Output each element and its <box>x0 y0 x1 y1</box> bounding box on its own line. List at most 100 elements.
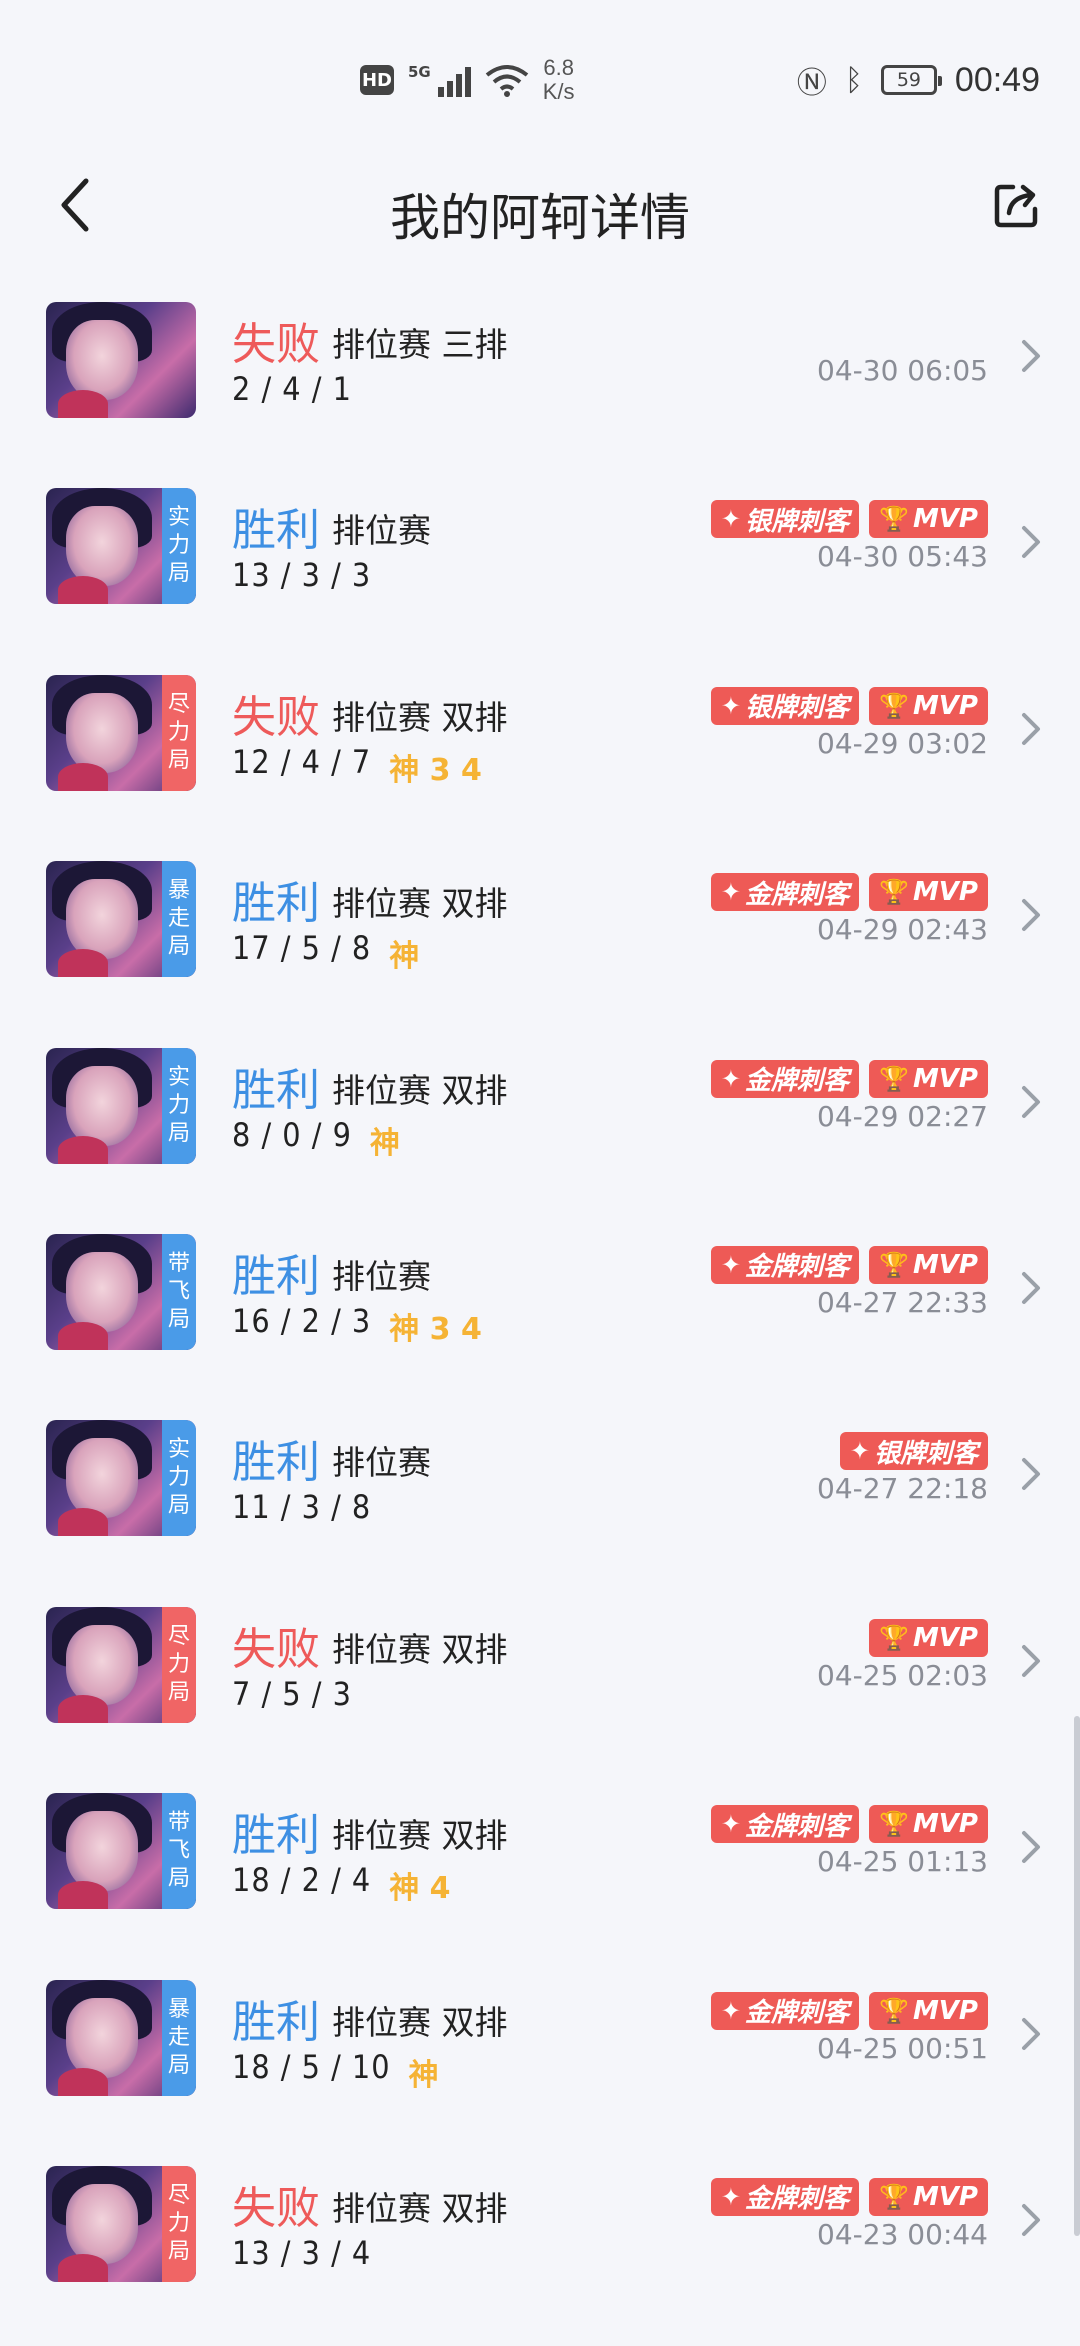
trophy-icon: 🏆 <box>879 2182 909 2211</box>
trophy-icon: 🏆 <box>879 1064 909 1093</box>
match-tag: 实力局 <box>162 1420 196 1537</box>
hero-avatar: 暴走局 <box>46 1979 196 2096</box>
mvp-badge: 🏆 MVP <box>869 1059 988 1098</box>
chevron-right-icon <box>1022 340 1040 372</box>
match-row[interactable]: 带飞局 胜利 排位赛 双排 18 / 2 / 4 神 4 ✦ 金牌刺客 🏆 MVP 0… <box>0 1787 1080 1973</box>
status-bar: HD 5G 6.8 K/s Ⓝ ᛒ 59 00:49 <box>0 0 1080 150</box>
badge-group: ✦ 金牌刺客 🏆 MVP <box>710 1991 988 2030</box>
match-mode: 排位赛 双排 <box>332 1816 508 1856</box>
match-kda: 13 / 3 / 3 <box>232 556 372 595</box>
dagger-icon: ✦ <box>720 505 742 534</box>
match-mode: 排位赛 双排 <box>332 1629 508 1669</box>
mvp-badge: 🏆 MVP <box>869 1991 988 2030</box>
chevron-right-icon <box>1022 526 1040 559</box>
match-kda: 12 / 4 / 7 <box>232 742 372 781</box>
battery-icon: 59 <box>880 65 942 95</box>
hd-icon: HD <box>360 65 394 95</box>
match-time: 04-29 03:02 <box>817 726 988 760</box>
match-mode: 排位赛 <box>332 511 431 551</box>
match-row[interactable]: 实力局 胜利 排位赛 11 / 3 / 8 ✦ 银牌刺客 04-27 22:18 <box>0 1414 1080 1600</box>
mvp-badge: 🏆 MVP <box>869 1805 988 1844</box>
match-time: 04-29 02:43 <box>817 913 988 947</box>
dagger-icon: ✦ <box>720 1810 742 1839</box>
chevron-right-icon <box>1022 1271 1040 1304</box>
header: 我的阿轲详情 <box>0 150 1080 270</box>
mvp-badge: 🏆 MVP <box>869 686 988 725</box>
match-time: 04-30 05:43 <box>817 540 988 574</box>
match-mode: 排位赛 双排 <box>332 2002 508 2042</box>
mvp-badge: 🏆 MVP <box>869 1618 988 1657</box>
share-button[interactable] <box>982 170 1052 240</box>
match-row[interactable]: 失败 排位赛 三排 2 / 4 / 1 04-30 06:05 <box>0 296 1080 482</box>
chevron-right-icon <box>1022 1458 1040 1491</box>
badge-group: ✦ 金牌刺客 🏆 MVP <box>710 2177 988 2216</box>
trophy-icon: 🏆 <box>879 691 909 720</box>
match-result: 胜利 <box>232 1996 320 2048</box>
match-tag: 尽力局 <box>162 674 196 791</box>
badge-group: 🏆 MVP <box>869 1618 988 1657</box>
badge-group: ✦ 金牌刺客 🏆 MVP <box>710 1805 988 1844</box>
match-result: 失败 <box>232 691 320 743</box>
match-row[interactable]: 实力局 胜利 排位赛 13 / 3 / 3 ✦ 银牌刺客 🏆 MVP 04-30 05… <box>0 482 1080 668</box>
match-row[interactable]: 尽力局 失败 排位赛 双排 13 / 3 / 4 ✦ 金牌刺客 🏆 MVP 04-23… <box>0 2160 1080 2346</box>
assassin-rank-badge: ✦ 银牌刺客 <box>710 500 860 539</box>
badge-group: ✦ 金牌刺客 🏆 MVP <box>710 1059 988 1098</box>
match-kda: 18 / 2 / 4 <box>232 1861 372 1900</box>
hero-avatar: 实力局 <box>46 488 196 605</box>
match-kda: 2 / 4 / 1 <box>232 370 352 408</box>
badge-group: ✦ 金牌刺客 🏆 MVP <box>710 873 988 912</box>
match-row[interactable]: 暴走局 胜利 排位赛 双排 17 / 5 / 8 神 ✦ 金牌刺客 🏆 MVP 04-… <box>0 855 1080 1041</box>
trophy-icon: 🏆 <box>879 505 909 534</box>
match-tag: 带飞局 <box>162 1233 196 1350</box>
match-tag: 带飞局 <box>162 1793 196 1910</box>
dagger-icon: ✦ <box>720 1064 742 1093</box>
match-row[interactable]: 实力局 胜利 排位赛 双排 8 / 0 / 9 神 ✦ 金牌刺客 🏆 MVP 04-2… <box>0 1042 1080 1228</box>
trophy-icon: 🏆 <box>879 1996 909 2025</box>
dagger-icon: ✦ <box>720 2182 742 2211</box>
match-kda: 7 / 5 / 3 <box>232 1674 352 1713</box>
match-mode: 排位赛 双排 <box>332 884 508 924</box>
scrollbar[interactable] <box>1074 1716 1080 2236</box>
assassin-rank-badge: ✦ 金牌刺客 <box>710 873 860 912</box>
cell-signal-icon: 5G <box>408 63 471 97</box>
status-left: HD 5G 6.8 K/s <box>360 52 575 108</box>
assassin-rank-badge: ✦ 金牌刺客 <box>710 1245 860 1284</box>
hero-avatar: 尽力局 <box>46 674 196 791</box>
match-row[interactable]: 尽力局 失败 排位赛 双排 12 / 4 / 7 神 3 4 ✦ 银牌刺客 🏆 MVP… <box>0 669 1080 855</box>
assassin-rank-badge: ✦ 银牌刺客 <box>710 686 860 725</box>
dagger-icon: ✦ <box>720 1996 742 2025</box>
wifi-icon <box>485 65 528 97</box>
match-tag: 尽力局 <box>162 1606 196 1723</box>
match-result: 胜利 <box>232 1064 320 1116</box>
match-mode: 排位赛 双排 <box>332 697 508 737</box>
match-list: 失败 排位赛 三排 2 / 4 / 1 04-30 06:05 实力局 胜利 排… <box>0 296 1080 2346</box>
match-row[interactable]: 暴走局 胜利 排位赛 双排 18 / 5 / 10 神 ✦ 金牌刺客 🏆 MVP 04… <box>0 1974 1080 2160</box>
assassin-rank-badge: ✦ 银牌刺客 <box>839 1432 988 1471</box>
status-time: 00:49 <box>954 60 1040 99</box>
god-label: 神 3 4 <box>389 752 482 788</box>
match-kda: 17 / 5 / 8 <box>232 929 372 968</box>
match-row[interactable]: 尽力局 失败 排位赛 双排 7 / 5 / 3 🏆 MVP 04-25 02:03 <box>0 1601 1080 1787</box>
chevron-right-icon <box>1022 1085 1040 1118</box>
hero-avatar: 暴走局 <box>46 861 196 978</box>
match-tag: 实力局 <box>162 488 196 605</box>
assassin-rank-badge: ✦ 金牌刺客 <box>710 2177 860 2216</box>
match-tag: 实力局 <box>162 1047 196 1164</box>
dagger-icon: ✦ <box>720 878 742 907</box>
hero-avatar: 带飞局 <box>46 1793 196 1910</box>
god-label: 神 <box>369 1125 400 1161</box>
badge-group: ✦ 银牌刺客 <box>839 1432 988 1471</box>
share-icon <box>994 184 1038 228</box>
match-time: 04-30 06:05 <box>817 354 988 387</box>
chevron-right-icon <box>1022 2017 1040 2050</box>
dagger-icon: ✦ <box>720 1250 742 1279</box>
match-tag: 暴走局 <box>162 861 196 978</box>
badge-group: ✦ 银牌刺客 🏆 MVP <box>710 500 988 539</box>
chevron-right-icon <box>1022 712 1040 745</box>
match-time: 04-23 00:44 <box>817 2217 988 2251</box>
bluetooth-icon: ᛒ <box>844 62 863 98</box>
match-kda: 18 / 5 / 10 <box>232 2047 391 2086</box>
match-row[interactable]: 带飞局 胜利 排位赛 16 / 2 / 3 神 3 4 ✦ 金牌刺客 🏆 MVP 04… <box>0 1228 1080 1414</box>
trophy-icon: 🏆 <box>879 1623 909 1652</box>
god-label: 神 3 4 <box>389 1311 482 1347</box>
